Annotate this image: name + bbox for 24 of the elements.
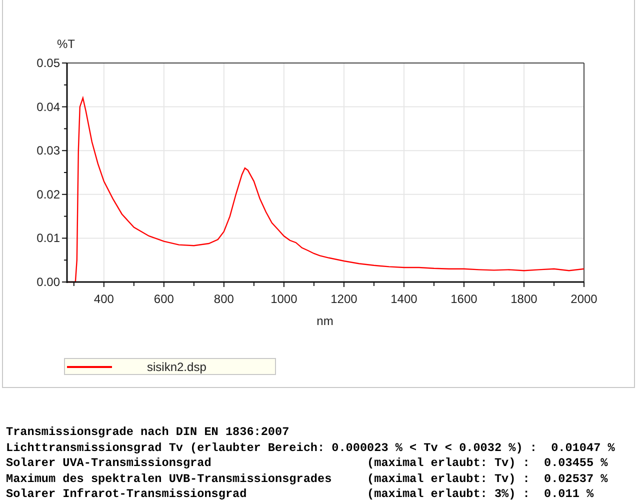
y-tick-label: 0.04 xyxy=(36,100,60,114)
y-tick-label: 0.01 xyxy=(36,231,60,246)
y-tick-label: 0.03 xyxy=(36,144,60,158)
x-tick-label: 2000 xyxy=(570,292,598,306)
y-tick-label: 0.02 xyxy=(36,187,60,202)
x-tick-label: 600 xyxy=(154,292,174,306)
result-line: Solarer UVA-Transmissionsgrad (maximal erlaubt: Tv) : 0.03455 % xyxy=(6,456,609,472)
y-axis-title: %T xyxy=(57,37,75,51)
legend-line-icon xyxy=(67,366,112,368)
x-axis-title: nm xyxy=(316,314,334,328)
result-line: Solarer Infrarot-Transmissionsgrad (maximal erlaubt: 3%) : 0.011 % xyxy=(6,487,595,500)
y-tick-label: 0.00 xyxy=(36,275,60,289)
results-heading: Transmissionsgrade nach DIN EN 1836:2007 xyxy=(6,425,290,440)
result-line: Lichttransmissionsgrad Tv (erlaubter Bereich: 0.000023 % < Tv < 0.0032 %) : 0.01047 % xyxy=(6,440,616,456)
x-tick-label: 400 xyxy=(94,292,114,306)
result-line: Maximum des spektralen UVB-Transmissionsgrades (maximal erlaubt: Tv) : 0.02537 % xyxy=(6,472,609,487)
legend-label: sisikn2.dsp xyxy=(147,360,206,374)
y-tick-label: 0.05 xyxy=(36,56,60,70)
x-tick-label: 1400 xyxy=(390,292,418,306)
x-tick-label: 800 xyxy=(214,292,234,306)
x-tick-label: 1200 xyxy=(330,292,358,306)
x-tick-label: 1000 xyxy=(270,292,298,306)
x-tick-label: 1800 xyxy=(510,292,538,306)
x-tick-label: 1600 xyxy=(450,292,478,306)
